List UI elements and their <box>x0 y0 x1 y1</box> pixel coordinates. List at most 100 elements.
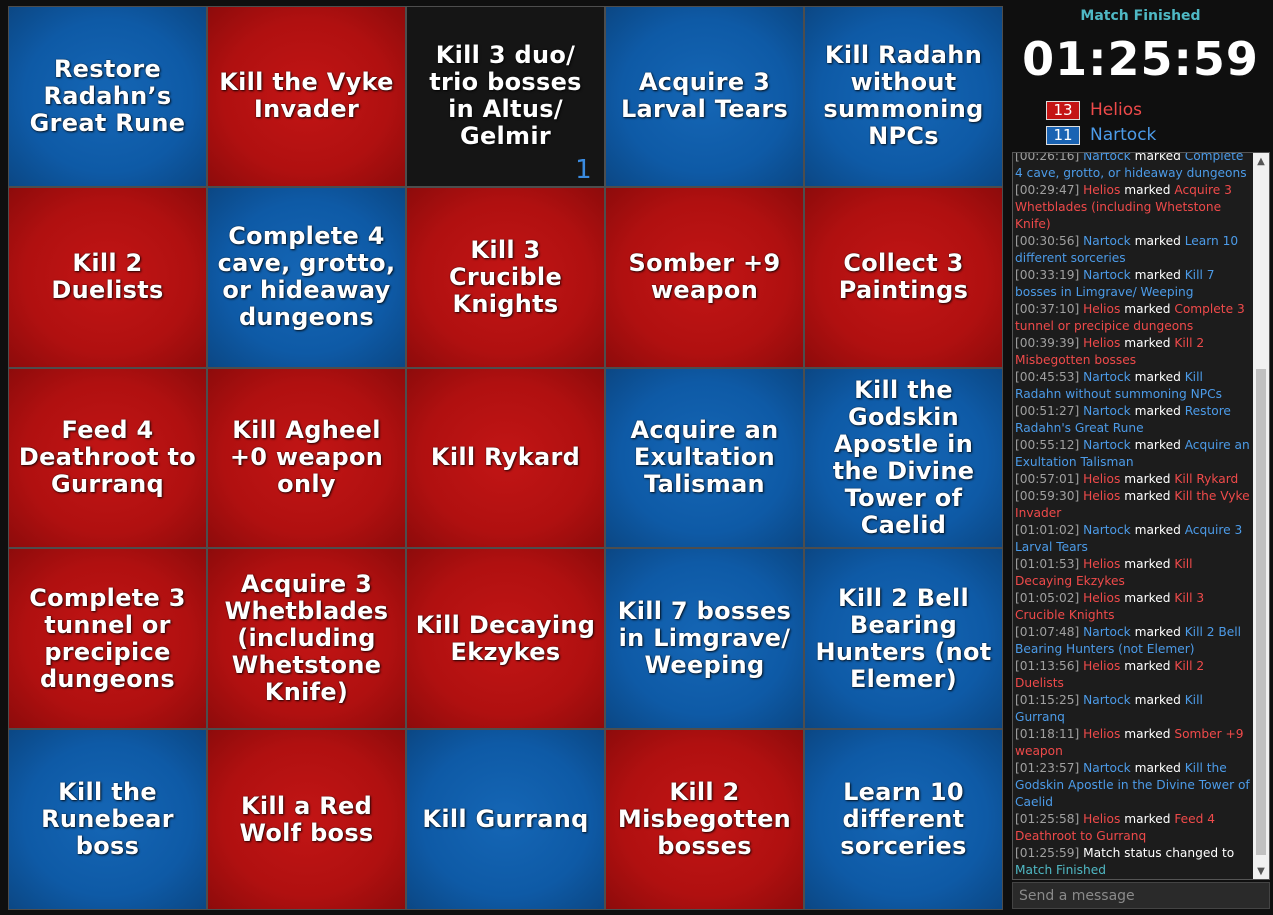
chat-scrollbar[interactable]: ▲ ▼ <box>1253 153 1269 879</box>
log-timestamp: [01:23:57] <box>1015 761 1080 775</box>
log-timestamp: [00:59:30] <box>1015 489 1080 503</box>
log-player: Helios <box>1083 489 1121 503</box>
cell-goal-text: Kill Decaying Ekzykes <box>415 610 596 666</box>
board-cell[interactable]: Acquire 3 Whetblades (including Whetston… <box>208 549 405 729</box>
log-entry: [00:55:12] Nartock marked Acquire an Exu… <box>1015 437 1253 471</box>
cell-goal-text: Restore Radahn’s Great Rune <box>29 54 186 137</box>
board-cell[interactable]: Kill 7 bosses in Limgrave/ Weeping <box>606 549 803 729</box>
cell-goal-text: Kill 3 duo/ trio bosses in Altus/ Gelmir <box>429 41 582 151</box>
board-cell[interactable]: Acquire 3 Larval Tears <box>606 7 803 186</box>
board-cell[interactable]: Somber +9 weapon <box>606 187 803 367</box>
board-cell[interactable]: Kill a Red Wolf boss <box>208 730 405 909</box>
log-verb: marked <box>1134 625 1181 639</box>
log-verb: marked <box>1124 183 1171 197</box>
cell-goal-text: Acquire 3 Whetblades (including Whetston… <box>224 570 389 707</box>
log-timestamp: [00:30:56] <box>1015 234 1080 248</box>
log-entry: [00:33:19] Nartock marked Kill 7 bosses … <box>1015 267 1253 301</box>
cell-goal-text: Kill 2 Misbegotten bosses <box>617 778 792 861</box>
match-timer: 01:25:59 <box>1022 32 1259 86</box>
log-verb: Match status changed to <box>1083 846 1235 860</box>
log-verb: marked <box>1134 370 1181 384</box>
log-verb: marked <box>1124 336 1171 350</box>
board-cell[interactable]: Learn 10 different sorceries <box>805 730 1002 909</box>
board-cell[interactable]: Kill the Godskin Apostle in the Divine T… <box>805 368 1002 548</box>
log-player: Helios <box>1083 727 1121 741</box>
sidebar: Match Finished 01:25:59 13 Helios 11 Nar… <box>1008 0 1273 915</box>
cell-goal-text: Kill a Red Wolf boss <box>239 791 374 847</box>
log-timestamp: [00:39:39] <box>1015 336 1080 350</box>
log-entry: [01:25:59] Match status changed to Match… <box>1015 845 1253 879</box>
log-player: Helios <box>1083 557 1121 571</box>
log-verb: marked <box>1134 234 1181 248</box>
log-entry: [01:01:02] Nartock marked Acquire 3 Larv… <box>1015 522 1253 556</box>
board-cell[interactable]: Kill Agheel +0 weapon only <box>208 368 405 548</box>
log-verb: marked <box>1134 404 1181 418</box>
log-entry: [01:13:56] Helios marked Kill 2 Duelists <box>1015 658 1253 692</box>
cell-goal-text: Acquire 3 Larval Tears <box>620 68 789 124</box>
team-score-helios: 13 Helios <box>1046 100 1142 120</box>
log-entry: [01:01:53] Helios marked Kill Decaying E… <box>1015 556 1253 590</box>
cell-goal-text: Collect 3 Paintings <box>838 249 969 305</box>
log-verb: marked <box>1124 472 1171 486</box>
log-player: Helios <box>1083 336 1121 350</box>
board-cell[interactable]: Kill Rykard <box>407 368 604 548</box>
message-input[interactable] <box>1012 882 1270 909</box>
cell-counter: 1 <box>575 154 592 185</box>
log-player: Nartock <box>1083 761 1131 775</box>
log-timestamp: [01:07:48] <box>1015 625 1080 639</box>
board-cell[interactable]: Complete 4 cave, grotto, or hideaway dun… <box>208 187 405 367</box>
scroll-up-icon[interactable]: ▲ <box>1253 153 1269 169</box>
board-cell[interactable]: Kill the Vyke Invader <box>208 7 405 186</box>
board-cell[interactable]: Kill Decaying Ekzykes <box>407 549 604 729</box>
log-timestamp: [00:37:10] <box>1015 302 1080 316</box>
log-player: Nartock <box>1083 438 1131 452</box>
log-timestamp: [01:15:25] <box>1015 693 1080 707</box>
chat-log-content: [00:18:52] Helios marked Kill a Red Wolf… <box>1013 152 1255 879</box>
log-verb: marked <box>1134 523 1181 537</box>
log-timestamp: [00:26:16] <box>1015 152 1080 163</box>
log-entry: [01:25:58] Helios marked Feed 4 Deathroo… <box>1015 811 1253 845</box>
log-entry: [00:26:16] Nartock marked Complete 4 cav… <box>1015 152 1253 182</box>
chat-log[interactable]: [00:18:52] Helios marked Kill a Red Wolf… <box>1012 152 1270 880</box>
log-timestamp: [01:01:53] <box>1015 557 1080 571</box>
log-timestamp: [00:55:12] <box>1015 438 1080 452</box>
cell-goal-text: Acquire an Exultation Talisman <box>630 416 779 499</box>
log-timestamp: [00:33:19] <box>1015 268 1080 282</box>
board-cell[interactable]: Feed 4 Deathroot to Gurranq <box>9 368 206 548</box>
cell-goal-text: Kill Radahn without summoning NPCs <box>823 41 984 151</box>
board-cell[interactable]: Kill 2 Duelists <box>9 187 206 367</box>
log-entry: [00:30:56] Nartock marked Learn 10 diffe… <box>1015 233 1253 267</box>
log-player: Nartock <box>1083 693 1131 707</box>
board-cell[interactable]: Kill 2 Misbegotten bosses <box>606 730 803 909</box>
board-cell[interactable]: Collect 3 Paintings <box>805 187 1002 367</box>
log-entry: [01:18:11] Helios marked Somber +9 weapo… <box>1015 726 1253 760</box>
team-name: Nartock <box>1090 125 1157 145</box>
log-player: Nartock <box>1083 268 1131 282</box>
board-cell[interactable]: Kill 2 Bell Bearing Hunters (not Elemer) <box>805 549 1002 729</box>
board-cell[interactable]: Kill Gurranq <box>407 730 604 909</box>
log-entry: [00:37:10] Helios marked Complete 3 tunn… <box>1015 301 1253 335</box>
scroll-thumb[interactable] <box>1256 369 1266 855</box>
log-entry: [00:39:39] Helios marked Kill 2 Misbegot… <box>1015 335 1253 369</box>
board-cell[interactable]: Restore Radahn’s Great Rune <box>9 7 206 186</box>
board-cell[interactable]: Kill 3 Crucible Knights <box>407 187 604 367</box>
log-timestamp: [00:29:47] <box>1015 183 1080 197</box>
board-cell[interactable]: Kill the Runebear boss <box>9 730 206 909</box>
log-verb: marked <box>1134 693 1181 707</box>
board-cell[interactable]: Acquire an Exultation Talisman <box>606 368 803 548</box>
team-score-nartock: 11 Nartock <box>1046 125 1156 145</box>
log-entry: [00:59:30] Helios marked Kill the Vyke I… <box>1015 488 1253 522</box>
cell-goal-text: Kill 7 bosses in Limgrave/ Weeping <box>617 597 792 680</box>
log-entry: [01:23:57] Nartock marked Kill the Godsk… <box>1015 760 1253 811</box>
log-player: Helios <box>1083 659 1121 673</box>
board-cell[interactable]: Kill Radahn without summoning NPCs <box>805 7 1002 186</box>
board-cell[interactable]: Kill 3 duo/ trio bosses in Altus/ Gelmir… <box>407 7 604 186</box>
bingo-board: Restore Radahn’s Great Rune Kill the Vyke… <box>8 6 1003 910</box>
scroll-down-icon[interactable]: ▼ <box>1253 863 1269 879</box>
log-timestamp: [00:57:01] <box>1015 472 1080 486</box>
log-timestamp: [00:45:53] <box>1015 370 1080 384</box>
score-box: 11 <box>1046 125 1080 145</box>
board-cell[interactable]: Complete 3 tunnel or precipice dungeons <box>9 549 206 729</box>
log-verb: marked <box>1124 489 1171 503</box>
cell-goal-text: Complete 4 cave, grotto, or hideaway dun… <box>217 222 396 332</box>
